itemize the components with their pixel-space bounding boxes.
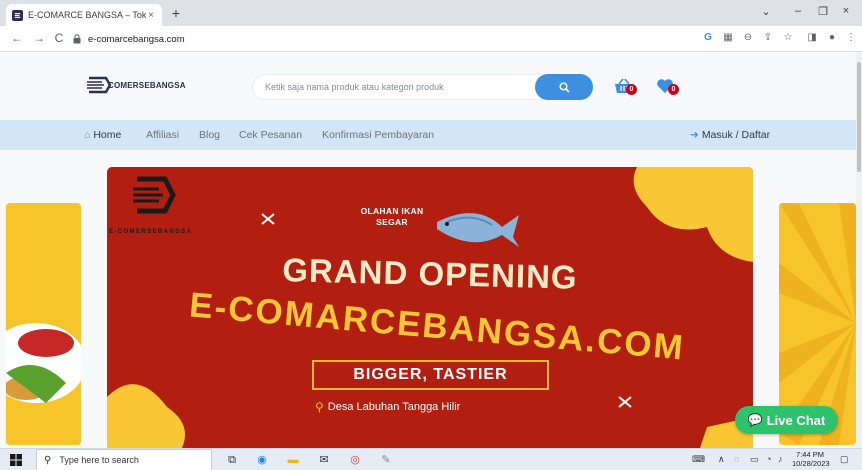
slide-left-preview[interactable] xyxy=(6,203,81,445)
chrome-icon[interactable]: ◎ xyxy=(347,452,363,468)
taskbar-search[interactable]: ⚲ Type here to search xyxy=(36,449,212,470)
translate-icon[interactable]: ▦ xyxy=(721,32,735,43)
back-button[interactable]: ← xyxy=(10,31,24,45)
menu-blog[interactable]: Blog xyxy=(199,129,220,141)
paint-icon[interactable]: ✎ xyxy=(378,452,394,468)
screen: E-COMARCE BANGSA – Toko O... × + ⌄ – ❐ ×… xyxy=(0,0,862,470)
browser-toolbar: ← → C e-comarcebangsa.com G ▦ ⊖ ⇪ ☆ ◨ ● … xyxy=(0,26,862,52)
taskbar-clock[interactable]: 7:44 PM 10/28/2023 xyxy=(792,450,830,468)
zoom-icon[interactable]: ⊖ xyxy=(741,32,755,43)
site-header: COMERSEBANGSA 0 xyxy=(0,52,856,120)
search-icon xyxy=(558,81,570,93)
task-view-icon[interactable]: ⧉ xyxy=(224,452,240,468)
menu-login[interactable]: ➜ Masuk / Daftar xyxy=(690,129,770,141)
lock-icon xyxy=(73,34,81,44)
home-icon: ⌂ xyxy=(84,129,91,141)
edge-icon[interactable]: ◉ xyxy=(254,452,270,468)
minimize-button[interactable]: – xyxy=(790,5,806,17)
clock-time: 7:44 PM xyxy=(796,450,824,459)
website: COMERSEBANGSA 0 xyxy=(0,52,856,448)
os-taskbar: ⚲ Type here to search ⧉ ◉ ▬ ✉ ◎ ✎ ⌨ ∧ ◌ … xyxy=(0,448,862,470)
tab-close-icon[interactable]: × xyxy=(146,10,156,21)
tab-search-icon[interactable]: ⌄ xyxy=(758,5,774,18)
cart-count-badge: 0 xyxy=(626,84,637,95)
search-input[interactable] xyxy=(265,79,525,95)
share-icon[interactable]: ⇪ xyxy=(761,32,775,43)
page-scrollbar[interactable] xyxy=(856,52,862,448)
taskbar-search-placeholder: Type here to search xyxy=(59,455,139,465)
cart-button[interactable]: 0 xyxy=(614,78,650,96)
sign-in-icon: ➜ xyxy=(690,129,699,141)
clock-date: 10/28/2023 xyxy=(792,459,830,468)
google-icon[interactable]: G xyxy=(701,32,715,43)
menu-login-label: Masuk / Daftar xyxy=(701,129,771,141)
fish-image xyxy=(437,213,519,247)
food-plate-image xyxy=(6,203,81,445)
notifications-icon[interactable]: ▢ xyxy=(840,454,849,465)
banner-brand-text: E-COMERSEBANGSA xyxy=(109,229,193,235)
live-chat-label: Live Chat xyxy=(766,412,826,428)
wifi-icon[interactable]: ◔ xyxy=(766,454,771,464)
reload-button[interactable]: C xyxy=(52,31,66,45)
tray-chevron-icon[interactable]: ∧ xyxy=(718,454,725,465)
volume-icon[interactable]: ♪ xyxy=(778,454,783,464)
browser-menu-icon[interactable]: ⋮ xyxy=(844,32,858,43)
menu-home-label: Home xyxy=(93,129,122,141)
search-button[interactable] xyxy=(535,74,593,100)
banner-tag: OLAHAN IKAN SEGAR xyxy=(360,206,424,227)
promo-banner[interactable]: E-COMERSEBANGSA OLAHAN IKAN SEGAR GRAND … xyxy=(107,167,753,448)
banner-location: ⚲ Desa Labuhan Tangga Hilir xyxy=(315,400,460,414)
address-bar[interactable]: e-comarcebangsa.com xyxy=(72,30,692,48)
browser-tabbar: E-COMARCE BANGSA – Toko O... × + ⌄ – ❐ × xyxy=(0,0,862,26)
scrollbar-thumb[interactable] xyxy=(857,62,861,172)
forward-button[interactable]: → xyxy=(32,31,46,45)
battery-icon[interactable]: ▭ xyxy=(750,454,759,465)
chat-icon: 💬 xyxy=(747,413,763,427)
location-pin-icon: ⚲ xyxy=(315,400,324,414)
close-window-button[interactable]: × xyxy=(838,5,854,17)
product-search xyxy=(252,74,593,100)
profile-icon[interactable]: ● xyxy=(825,32,839,43)
taskbar-search-icon: ⚲ xyxy=(44,454,52,466)
url-text: e-comarcebangsa.com xyxy=(88,33,185,45)
new-tab-button[interactable]: + xyxy=(168,5,184,21)
bookmark-star-icon[interactable]: ☆ xyxy=(781,32,795,43)
banner-location-text: Desa Labuhan Tangga Hilir xyxy=(327,401,461,413)
logo-wordmark: COMERSEBANGSA xyxy=(108,80,186,90)
network-icon[interactable]: ◌ xyxy=(734,454,739,464)
main-menu: ⌂ Home Affiliasi Blog Cek Pesanan Konfirm… xyxy=(0,120,856,150)
site-favicon-icon xyxy=(12,9,23,21)
menu-affiliasi[interactable]: Affiliasi xyxy=(146,129,179,141)
menu-konfirmasi-pembayaran[interactable]: Konfirmasi Pembayaran xyxy=(322,129,434,141)
menu-cek-pesanan[interactable]: Cek Pesanan xyxy=(239,129,302,141)
restore-button[interactable]: ❐ xyxy=(815,5,831,18)
file-explorer-icon[interactable]: ▬ xyxy=(285,452,301,468)
mail-icon[interactable]: ✉ xyxy=(316,452,332,468)
site-logo[interactable]: COMERSEBANGSA xyxy=(86,76,186,94)
live-chat-button[interactable]: 💬 Live Chat xyxy=(735,406,838,434)
tab-title: E-COMARCE BANGSA – Toko O... xyxy=(28,10,146,20)
banner-brand-mark xyxy=(133,176,176,214)
keyboard-icon[interactable]: ⌨ xyxy=(692,454,705,465)
menu-home[interactable]: ⌂ Home xyxy=(84,129,121,141)
wishlist-count-badge: 0 xyxy=(668,84,679,95)
banner-slogan: BIGGER, TASTIER xyxy=(312,360,549,390)
wishlist-button[interactable]: 0 xyxy=(656,78,692,96)
sidepanel-icon[interactable]: ◨ xyxy=(805,32,819,43)
windows-start-icon[interactable] xyxy=(10,454,22,466)
browser-tab[interactable]: E-COMARCE BANGSA – Toko O... × xyxy=(6,4,162,26)
